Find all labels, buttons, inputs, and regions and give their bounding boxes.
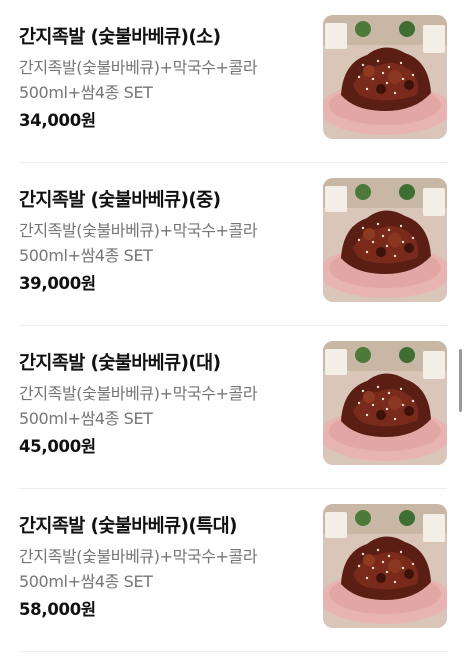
menu-item-thumbnail[interactable] <box>323 178 447 302</box>
menu-item-price: 45,000원 <box>19 437 96 456</box>
menu-item-thumbnail[interactable] <box>323 15 447 139</box>
menu-item-price: 58,000원 <box>19 600 96 619</box>
food-photo-icon <box>323 15 447 139</box>
menu-item[interactable]: 간지족발 (숯불바베큐)(중) 간지족발(숯불바베큐)+막국수+콜라500ml+… <box>0 163 466 326</box>
menu-item-description: 간지족발(숯불바베큐)+막국수+콜라500ml+쌈4종 SET <box>19 221 258 265</box>
menu-item-price: 34,000원 <box>19 111 96 130</box>
menu-item-name: 간지족발 (숯불바베큐)(특대) <box>19 516 237 537</box>
menu-item[interactable]: 간지족발 (숯불바베큐)(특대) 간지족발(숯불바베큐)+막국수+콜라500ml… <box>0 489 466 652</box>
menu-list: 간지족발 (숯불바베큐)(소) 간지족발(숯불바베큐)+막국수+콜라500ml+… <box>0 0 466 657</box>
menu-item-description: 간지족발(숯불바베큐)+막국수+콜라500ml+쌈4종 SET <box>19 58 258 102</box>
divider <box>19 651 447 652</box>
menu-item-price: 39,000원 <box>19 274 96 293</box>
scrollbar-thumb[interactable] <box>459 349 462 412</box>
menu-item-name: 간지족발 (숯불바베큐)(대) <box>19 353 221 374</box>
food-photo-icon <box>323 341 447 465</box>
menu-item-thumbnail[interactable] <box>323 504 447 628</box>
menu-item-name: 간지족발 (숯불바베큐)(중) <box>19 190 221 211</box>
food-photo-icon <box>323 178 447 302</box>
menu-item-name: 간지족발 (숯불바베큐)(소) <box>19 27 221 48</box>
menu-item-thumbnail[interactable] <box>323 341 447 465</box>
menu-item-description: 간지족발(숯불바베큐)+막국수+콜라500ml+쌈4종 SET <box>19 547 258 591</box>
menu-item[interactable]: 간지족발 (숯불바베큐)(소) 간지족발(숯불바베큐)+막국수+콜라500ml+… <box>0 0 466 163</box>
food-photo-icon <box>323 504 447 628</box>
menu-item-description: 간지족발(숯불바베큐)+막국수+콜라500ml+쌈4종 SET <box>19 384 258 428</box>
menu-item[interactable]: 간지족발 (숯불바베큐)(대) 간지족발(숯불바베큐)+막국수+콜라500ml+… <box>0 326 466 489</box>
